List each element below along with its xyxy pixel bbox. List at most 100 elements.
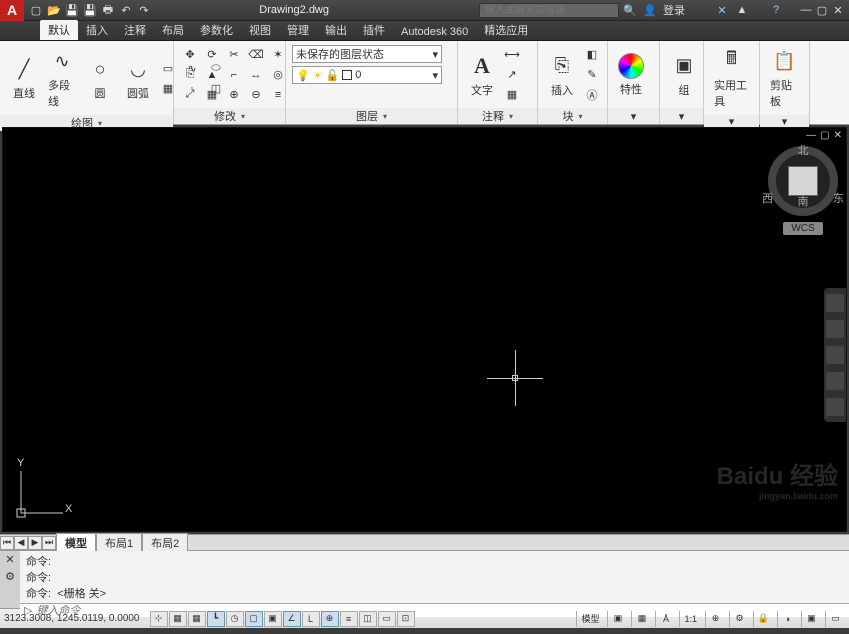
nav-wheel-icon[interactable] [826,294,844,312]
open-icon[interactable]: 📂 [46,2,62,18]
quickview-icon[interactable]: ▣ [607,611,627,627]
ducs-icon[interactable]: L [302,611,320,627]
tab-addins[interactable]: 插件 [355,20,393,40]
explode-icon[interactable]: ✶ [268,46,288,64]
tab-default[interactable]: 默认 [40,20,78,40]
annoscale-icon[interactable]: Å [655,611,675,627]
text-button[interactable]: A 文字 [464,50,500,100]
cmd-config-icon[interactable]: ⚙ [5,570,15,583]
isolate-icon[interactable]: ▣ [801,611,821,627]
navcube-face[interactable] [788,166,818,196]
create-block-icon[interactable]: ◧ [582,46,602,64]
qp-icon[interactable]: ▭ [378,611,396,627]
scale-label[interactable]: 1:1 [679,611,701,627]
polar-icon[interactable]: ◷ [226,611,244,627]
layout-last-icon[interactable]: ⏭ [42,536,56,550]
tab-manage[interactable]: 管理 [279,20,317,40]
canvas-min-icon[interactable]: — [806,130,816,141]
status-coords[interactable]: 3123.3008, 1245.0119, 0.0000 [4,613,140,624]
redo-icon[interactable]: ↷ [136,2,152,18]
view-cube[interactable]: 北 西 东 南 WCS [768,142,838,235]
pline-button[interactable]: ∿多段线 [44,45,80,111]
rotate-icon[interactable]: ⟳ [202,46,222,64]
copy-icon[interactable]: ⎘ [180,66,200,84]
transparency-icon[interactable]: ◫ [359,611,377,627]
tab-view[interactable]: 视图 [241,20,279,40]
save-icon[interactable]: 💾 [64,2,80,18]
panel-modify-title[interactable]: 修改 [174,108,285,124]
minimize-icon[interactable]: — [799,3,813,17]
canvas-close-icon[interactable]: ✕ [834,130,842,141]
arc-button[interactable]: ◡圆弧 [120,53,156,103]
lock-ui-icon[interactable]: 🔒 [753,611,773,627]
mirror-icon[interactable]: ▲ [202,66,222,84]
leader-icon[interactable]: ↗ [502,66,522,84]
clipboard-button[interactable]: 📋剪贴板 [766,45,803,111]
ws-icon[interactable]: ⚙ [729,611,749,627]
otrack-icon[interactable]: ∠ [283,611,301,627]
close-icon[interactable]: ✕ [831,3,845,17]
orbit-icon[interactable] [826,372,844,390]
print-icon[interactable]: 🖶 [100,2,116,18]
tab-layout[interactable]: 布局 [154,20,192,40]
array-icon[interactable]: ▦ [202,86,222,104]
showmotion-icon[interactable] [826,398,844,416]
panel-annotate-title[interactable]: 注释 [458,108,537,124]
utils-button[interactable]: 🖩实用工具 [710,45,753,111]
grid-icon[interactable]: ▦ [188,611,206,627]
cmd-close-icon[interactable]: ✕ [5,553,14,566]
dyn-icon[interactable]: ⊕ [321,611,339,627]
clean-icon[interactable]: ▭ [825,611,845,627]
search-input[interactable] [479,3,619,18]
stretch-icon[interactable]: ↔ [246,66,266,84]
layer-current-combo[interactable]: 💡 ☀ 🔓 0 ▾ [292,66,442,84]
layer-state-combo[interactable]: 未保存的图层状态▾ [292,45,442,63]
edit-block-icon[interactable]: ✎ [582,66,602,84]
trim-icon[interactable]: ✂ [224,46,244,64]
quickview-layout-icon[interactable]: ▦ [631,611,651,627]
tab-a360[interactable]: Autodesk 360 [393,24,476,40]
wcs-badge[interactable]: WCS [783,222,822,235]
join-icon[interactable]: ⊕ [224,86,244,104]
insert-button[interactable]: ⎘ 插入 [544,50,580,100]
attr-icon[interactable]: Ⓐ [582,86,602,104]
maximize-icon[interactable]: ▢ [815,3,829,17]
new-icon[interactable]: ▢ [28,2,44,18]
search-go-icon[interactable]: 🔍 [623,3,637,17]
move-icon[interactable]: ✥ [180,46,200,64]
tab-featured[interactable]: 精选应用 [476,20,536,40]
model-space-toggle[interactable]: 模型 [576,611,603,627]
pan-icon[interactable] [826,320,844,338]
hardware-icon[interactable]: ◑ [777,611,797,627]
autodesk-icon[interactable]: ▲ [735,3,749,17]
layout-first-icon[interactable]: ⏮ [0,536,14,550]
break-icon[interactable]: ⊖ [246,86,266,104]
line-button[interactable]: ╱直线 [6,53,42,103]
osnap-icon[interactable]: ▢ [245,611,263,627]
tab-output[interactable]: 输出 [317,20,355,40]
saveas-icon[interactable]: 💾 [82,2,98,18]
zoom-icon[interactable] [826,346,844,364]
circle-button[interactable]: ○圆 [82,53,118,103]
3dosnap-icon[interactable]: ▣ [264,611,282,627]
properties-button[interactable]: 特性 [614,51,648,99]
scale-icon[interactable]: ⤢ [180,86,200,104]
align-icon[interactable]: ≡ [268,86,288,104]
snap-icon[interactable]: ▦ [169,611,187,627]
layout-tab-model[interactable]: 模型 [56,533,96,552]
panel-layer-title[interactable]: 图层 [286,108,457,124]
user-icon[interactable]: 👤 [643,3,657,17]
erase-icon[interactable]: ⌫ [246,46,266,64]
dim-linear-icon[interactable]: ⟷ [502,46,522,64]
fillet-icon[interactable]: ⌐ [224,66,244,84]
tab-annotate[interactable]: 注释 [116,20,154,40]
table-icon[interactable]: ▦ [502,86,522,104]
annovis-icon[interactable]: ⊕ [705,611,725,627]
tab-insert[interactable]: 插入 [78,20,116,40]
infer-icon[interactable]: ⊹ [150,611,168,627]
tab-parametric[interactable]: 参数化 [192,20,241,40]
login-label[interactable]: 登录 [663,2,685,18]
exchange-icon[interactable]: ✕ [715,3,729,17]
drawing-canvas[interactable]: — ▢ ✕ Y X 北 西 东 南 WCS Baidu 经验jingyan.ba… [2,127,847,532]
lwt-icon[interactable]: ≡ [340,611,358,627]
